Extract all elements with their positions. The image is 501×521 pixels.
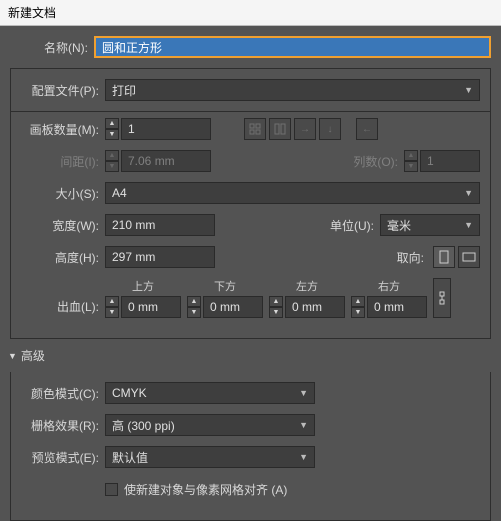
preview-select[interactable]: 默认值 ▼ [105,446,315,468]
advanced-label: 高级 [21,347,45,364]
colormode-select[interactable]: CMYK ▼ [105,382,315,404]
artboards-input[interactable]: 1 [121,118,211,140]
profile-value: 打印 [112,82,136,99]
bleed-label: 出血(L): [21,298,105,315]
size-value: A4 [112,186,127,200]
bleed-bottom-input[interactable]: 0 mm [203,296,263,318]
bleed-right-header: 右方 [351,278,427,294]
name-label: 名称(N): [10,39,94,56]
spacing-stepper: ▲▼ [105,150,119,172]
preview-label: 预览模式(E): [21,449,105,466]
bleed-top-input[interactable]: 0 mm [121,296,181,318]
height-label: 高度(H): [21,249,105,266]
profile-select[interactable]: 打印 ▼ [105,79,480,101]
columns-input: 1 [420,150,480,172]
bleed-top-stepper[interactable]: ▲▼ [105,296,119,318]
orient-landscape-button[interactable] [458,246,480,268]
bleed-right-stepper[interactable]: ▲▼ [351,296,365,318]
chevron-down-icon: ▼ [464,220,473,230]
advanced-toggle[interactable]: ▼ 高级 [8,347,491,364]
arrange-right-icon[interactable]: → [294,118,316,140]
preview-value: 默认值 [112,449,148,466]
arrange-rtl-icon[interactable]: ← [356,118,378,140]
triangle-down-icon: ▼ [8,351,17,361]
columns-stepper: ▲▼ [404,150,418,172]
chevron-down-icon: ▼ [299,388,308,398]
window-title: 新建文档 [0,0,501,26]
profile-label: 配置文件(P): [21,82,105,99]
orient-portrait-button[interactable] [433,246,455,268]
orient-label: 取向: [370,249,430,266]
size-label: 大小(S): [21,185,105,202]
height-input[interactable]: 297 mm [105,246,215,268]
spacing-input: 7.06 mm [121,150,211,172]
chevron-down-icon: ▼ [299,420,308,430]
grid-col-icon[interactable] [269,118,291,140]
raster-value: 高 (300 ppi) [112,417,175,434]
size-select[interactable]: A4 ▼ [105,182,480,204]
units-select[interactable]: 毫米 ▼ [380,214,480,236]
columns-label: 列数(O): [344,153,404,170]
chevron-down-icon: ▼ [464,85,473,95]
arrange-down-icon[interactable]: ↓ [319,118,341,140]
bleed-bottom-stepper[interactable]: ▲▼ [187,296,201,318]
name-input[interactable] [94,36,491,58]
colormode-value: CMYK [112,386,147,400]
bleed-bottom-header: 下方 [187,278,263,294]
align-pixel-checkbox[interactable] [105,483,118,496]
bleed-right-input[interactable]: 0 mm [367,296,427,318]
grid-row-icon[interactable] [244,118,266,140]
align-pixel-label: 使新建对象与像素网格对齐 (A) [124,481,287,498]
bleed-left-header: 左方 [269,278,345,294]
bleed-left-stepper[interactable]: ▲▼ [269,296,283,318]
units-label: 单位(U): [320,217,380,234]
chevron-down-icon: ▼ [464,188,473,198]
bleed-top-header: 上方 [105,278,181,294]
link-bleed-button[interactable] [433,278,451,318]
width-input[interactable]: 210 mm [105,214,215,236]
raster-select[interactable]: 高 (300 ppi) ▼ [105,414,315,436]
artboards-label: 画板数量(M): [21,121,105,138]
artboards-stepper[interactable]: ▲▼ [105,118,119,140]
width-label: 宽度(W): [21,217,105,234]
spacing-label: 间距(I): [21,153,105,170]
bleed-left-input[interactable]: 0 mm [285,296,345,318]
units-value: 毫米 [387,217,411,234]
colormode-label: 颜色模式(C): [21,385,105,402]
chevron-down-icon: ▼ [299,452,308,462]
raster-label: 栅格效果(R): [21,417,105,434]
